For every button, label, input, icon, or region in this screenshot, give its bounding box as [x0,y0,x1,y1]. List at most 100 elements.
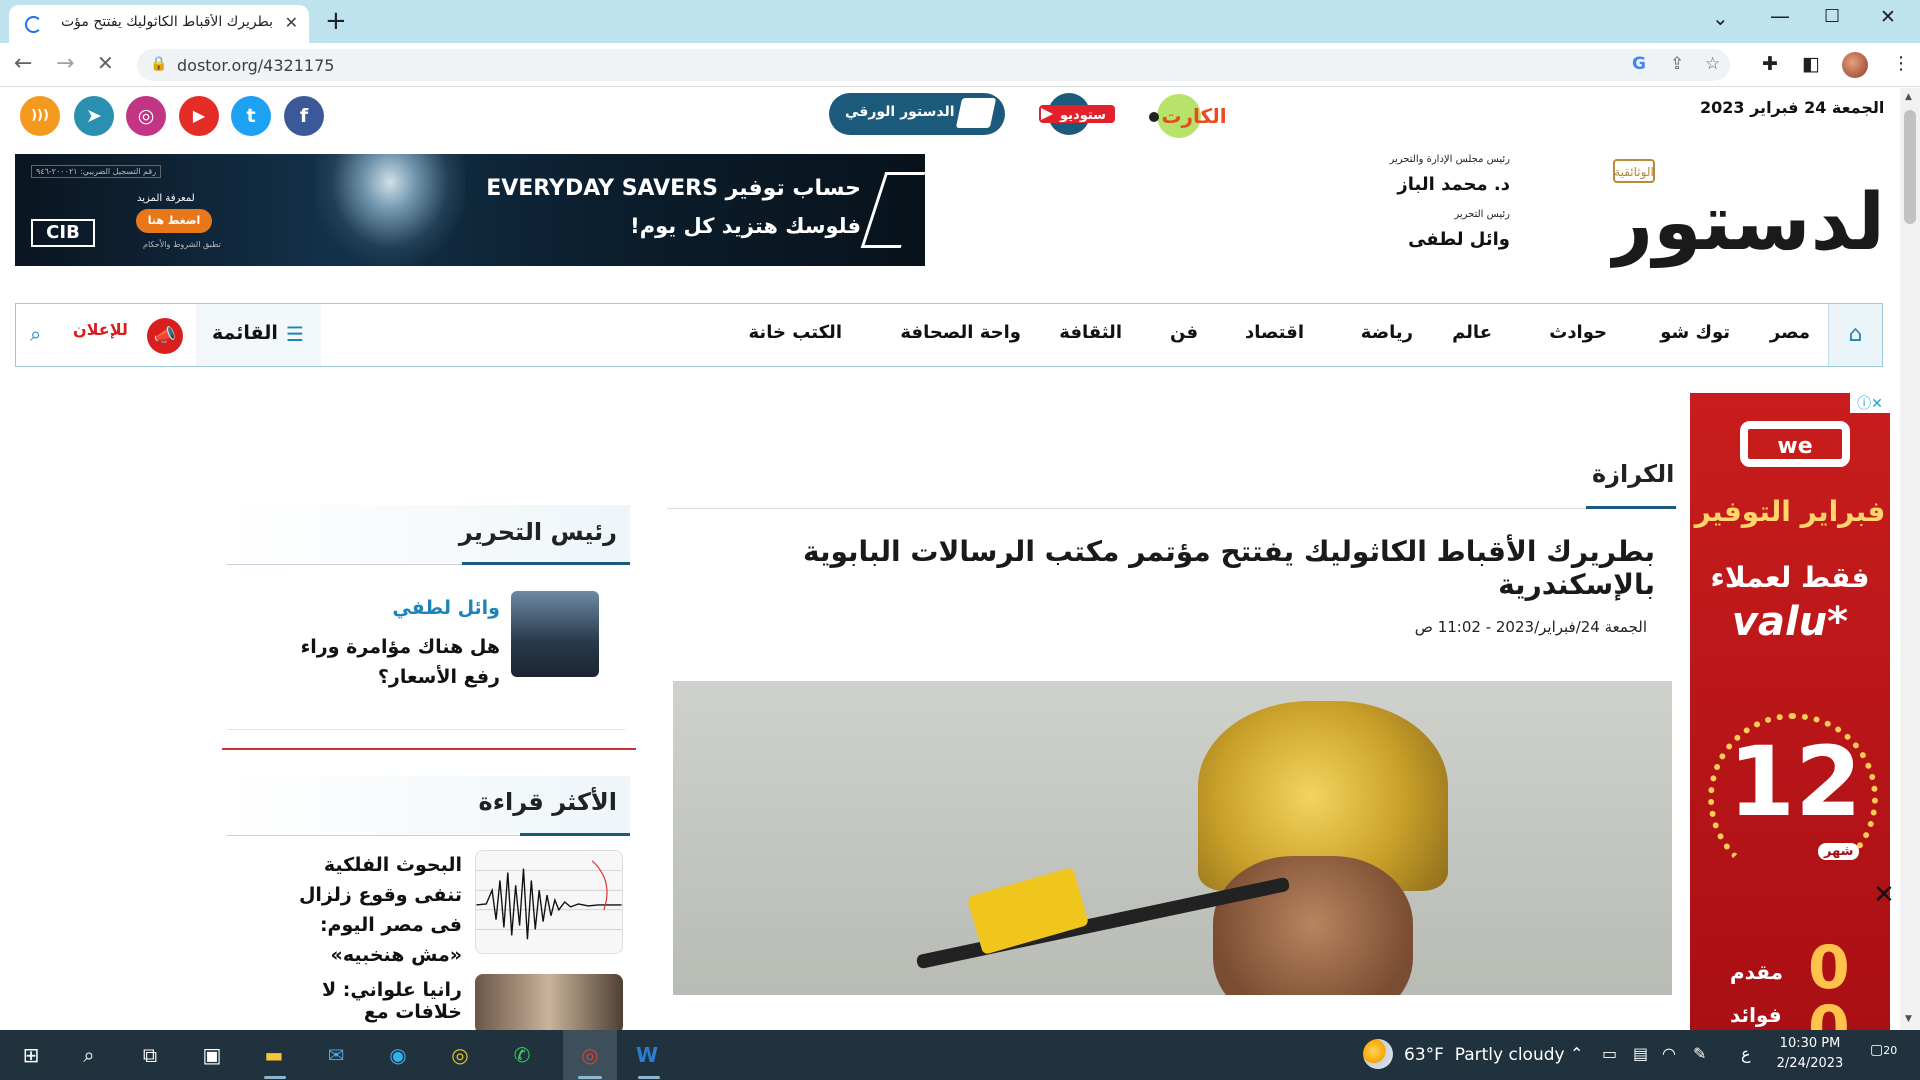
device-icon[interactable]: ▭ [1602,1044,1617,1063]
adchoices-icon[interactable]: ⓘ✕ [1850,393,1890,413]
nav-item-culture[interactable]: الثقافة [1059,322,1122,343]
system-clock[interactable]: 10:30 PM 2/24/2023 [1770,1034,1850,1074]
share-icon[interactable]: ⇪ [1670,54,1684,74]
cib-logo: CIB [31,219,95,247]
network-icon[interactable]: ▤ [1633,1044,1648,1063]
weather-icon[interactable] [1363,1039,1393,1069]
windows-start-icon[interactable]: ⊞ [16,1040,46,1070]
youtube-icon[interactable]: ▶ [179,96,219,136]
close-tab-icon[interactable]: ✕ [285,13,298,32]
more-menu-icon[interactable]: ⋮ [1892,53,1910,74]
extensions-icon[interactable]: ✚ [1762,53,1778,75]
twitter-icon[interactable]: t [231,96,271,136]
author-name[interactable]: وائل لطفي [300,597,500,619]
side-ad-line2: فقط لعملاء [1710,561,1870,594]
red-divider [222,748,636,750]
browser-tab-strip: بطريرك الأقباط الكاثوليك يفتتح مؤت ✕ + ⌄… [0,0,1920,43]
nav-item-books[interactable]: الكتب خانة [749,322,842,343]
show-hidden-icons[interactable]: ⌃ [1570,1044,1583,1063]
chrome-indicator [578,1076,602,1079]
new-tab-button[interactable]: + [325,6,347,36]
nav-item-talkshow[interactable]: توك شو [1660,322,1730,343]
profile-avatar[interactable] [1842,52,1868,78]
instagram-icon[interactable]: ◎ [126,96,166,136]
nav-item-world[interactable]: عالم [1452,322,1492,343]
bookmark-star-icon[interactable]: ☆ [1705,54,1720,74]
search-icon[interactable]: ⌕ [74,1040,104,1070]
scroll-down-icon[interactable]: ▼ [1905,1014,1912,1024]
whatsapp-icon[interactable]: ✆ [507,1040,537,1070]
scroll-thumb[interactable] [1904,110,1916,224]
most-read-item-2[interactable]: رانيا علواني: لا خلافات مع [250,979,462,1023]
paper-edition-button[interactable]: الدستور الورقي [829,93,1005,135]
menu-button[interactable]: القائمة ☰ [196,304,321,366]
url-text[interactable]: dostor.org/4321175 [177,56,334,75]
weather-widget[interactable]: 63°F Partly cloudy [1404,1045,1565,1065]
nav-item-accidents[interactable]: حوادث [1549,322,1607,343]
side-panel-icon[interactable]: ◧ [1802,53,1820,75]
lock-icon[interactable]: 🔒 [150,56,167,72]
megaphone-icon[interactable]: 📣 [147,318,183,354]
maximize-button[interactable]: ☐ [1824,6,1840,27]
author-photo[interactable] [511,591,599,677]
close-window-button[interactable]: ✕ [1880,6,1896,28]
file-explorer-icon[interactable]: ▬ [259,1040,289,1070]
main-navigation: ⌂ مصر توك شو حوادث عالم رياضة اقتصاد فن … [15,303,1883,367]
chrome-icon[interactable]: ◎ [445,1040,475,1070]
vertical-ad[interactable]: ⓘ✕ we فبراير التوفير فقط لعملاء valu* 12… [1690,393,1890,1030]
wifi-icon[interactable]: ◠ [1662,1044,1676,1063]
side-ad-zero-interest: 0 [1808,993,1850,1030]
cib-ad-banner[interactable]: رقم التسجيل الضريبي: ٢٠٠٠٢١-٩٤٦ CIB لمعر… [15,154,925,266]
nav-item-art[interactable]: فن [1170,322,1198,343]
ad-headline: حساب توفير EVERYDAY SAVERS [486,176,861,201]
home-icon[interactable]: ⌂ [1828,304,1882,366]
ad-press-button[interactable]: اضغط هنا [136,209,212,233]
stop-loading-icon[interactable]: ✕ [97,51,114,75]
close-ad-icon[interactable]: ✕ [1873,880,1895,910]
scroll-up-icon[interactable]: ▲ [1905,92,1912,102]
article-date: الجمعة 24/فبراير/2023 - 11:02 ص [1414,618,1647,636]
telegram-icon[interactable]: ➤ [74,96,114,136]
nav-item-press-oasis[interactable]: واحة الصحافة [900,322,1021,343]
editor-section-heading: رئيس التحرير [458,518,617,546]
ad-terms: تطبق الشروط والأحكام [143,240,221,249]
karn-logo-text: الكارت [1161,104,1226,128]
most-read-image-2[interactable] [475,974,623,1030]
seismograph-image[interactable] [475,850,623,954]
facebook-icon[interactable]: f [284,96,324,136]
nav-item-egypt[interactable]: مصر [1770,322,1810,343]
rss-icon[interactable]: ))) [20,96,60,136]
chrome-profile-icon[interactable]: ◎ [575,1040,605,1070]
studio-logo[interactable]: ستوديو [1035,92,1117,136]
back-icon[interactable]: ← [14,51,32,76]
search-icon[interactable]: ⌕ [30,322,41,346]
current-date: الجمعة 24 فبراير 2023 [1700,98,1885,117]
most-read-item-1[interactable]: البحوث الفلكية تنفى وقوع زلزال فى مصر ال… [270,850,462,970]
tab-title: بطريرك الأقباط الكاثوليك يفتتح مؤت [60,14,273,30]
mail-icon[interactable]: ✉ [321,1040,351,1070]
word-icon[interactable]: W [632,1040,662,1070]
tab-search-icon[interactable]: ⌄ [1712,6,1729,30]
nav-item-sports[interactable]: رياضة [1361,322,1413,343]
edge-icon[interactable]: ◉ [383,1040,413,1070]
input-language[interactable]: ع [1741,1044,1751,1063]
nav-item-economy[interactable]: اقتصاد [1245,322,1304,343]
omnibox[interactable]: 🔒 dostor.org/4321175 G ⇪ ☆ [137,49,1730,81]
browser-tab[interactable]: بطريرك الأقباط الكاثوليك يفتتح مؤت ✕ [9,5,309,43]
karn-logo[interactable]: الكارت [1146,91,1228,139]
pen-icon[interactable]: ✎ [1693,1044,1706,1063]
google-icon[interactable]: G [1632,54,1646,74]
forward-icon[interactable]: → [56,51,74,76]
notification-center[interactable]: ▢20 [1870,1042,1900,1068]
section-title[interactable]: الكرازة [1592,460,1674,488]
minimize-button[interactable]: — [1770,4,1790,28]
dostor-logo[interactable]: الوثائقية الدستور [1610,154,1882,278]
advertise-link[interactable]: للإعلان [73,320,128,339]
vertical-scrollbar[interactable]: ▲ ▼ [1900,88,1920,1030]
author-article-title[interactable]: هل هناك مؤامرة وراء رفع الأسعار؟ [260,632,500,692]
valu-logo: valu* [1731,599,1849,645]
weather-description: Partly cloudy [1454,1045,1565,1065]
we-logo: we [1740,421,1850,467]
task-view-icon[interactable]: ⧉ [135,1040,165,1070]
phone-link-icon[interactable]: ▣ [197,1040,227,1070]
